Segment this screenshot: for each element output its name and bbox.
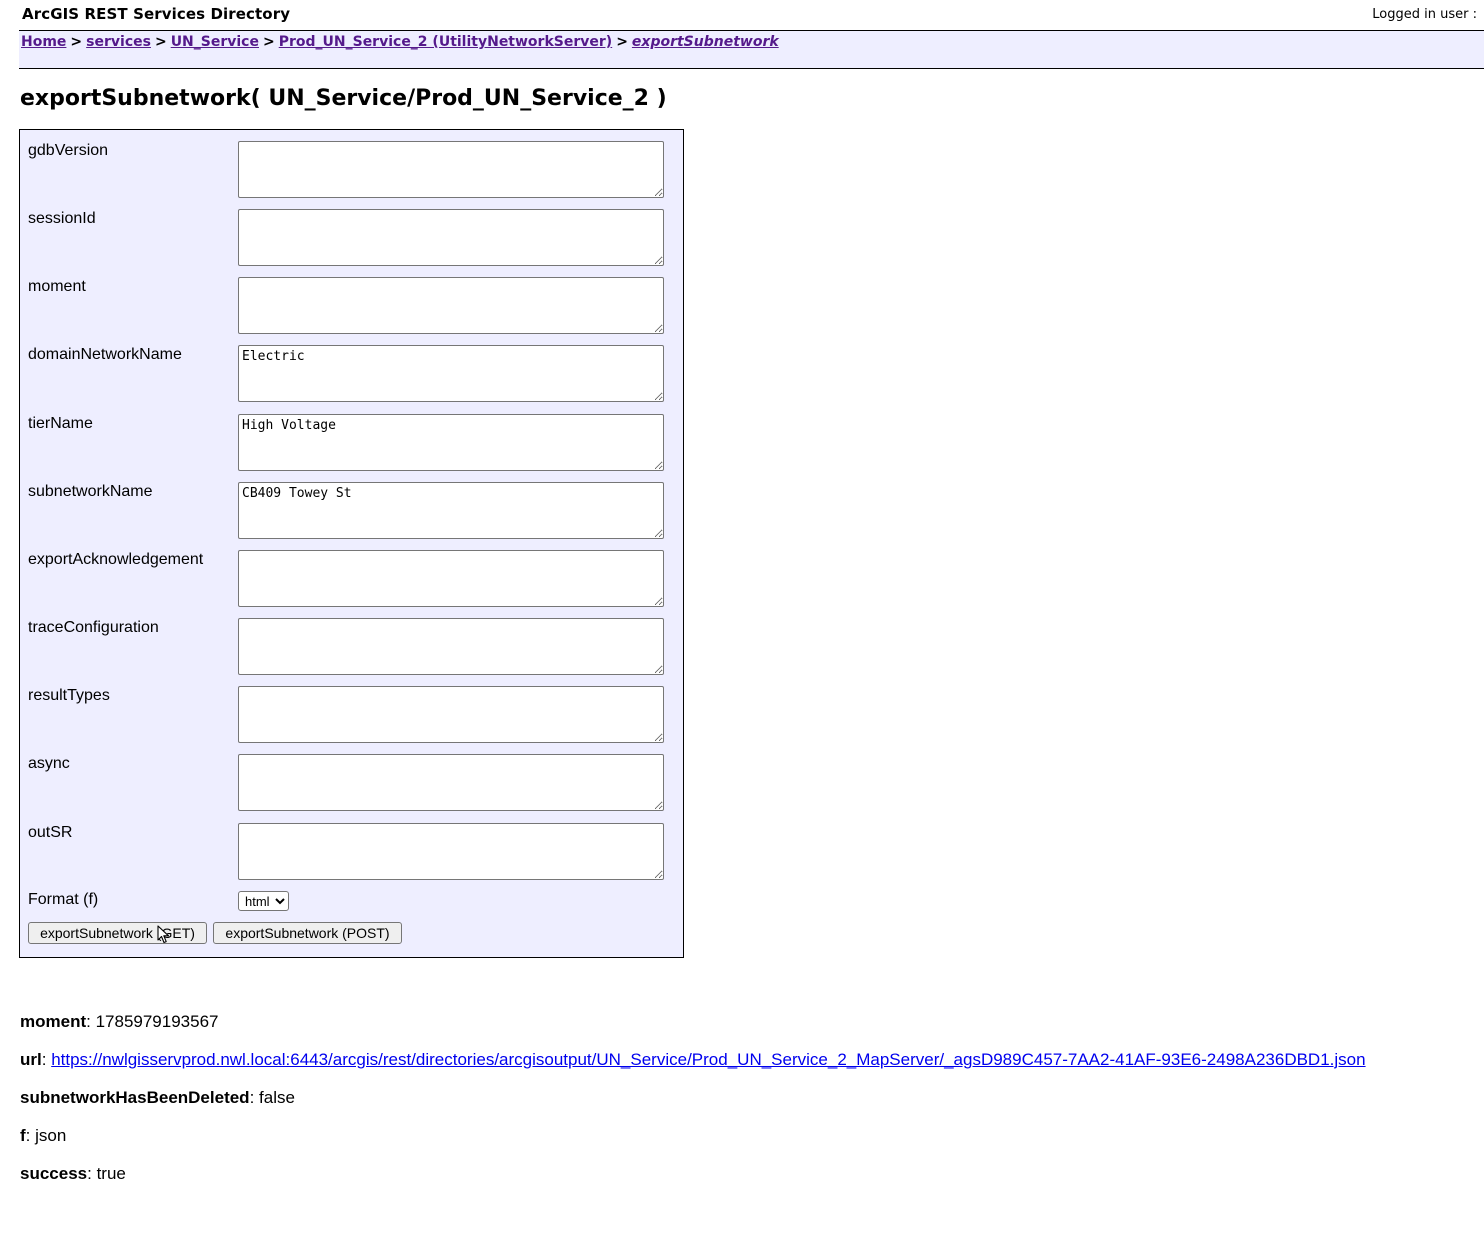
breadcrumb-separator: > [70,34,83,50]
breadcrumb-services-link[interactable]: services [86,34,151,50]
resulttypes-input[interactable] [238,686,664,743]
traceconfiguration-input[interactable] [238,618,664,675]
form-row-async: async [20,743,683,811]
outsr-input[interactable] [238,823,664,880]
export-get-button[interactable]: exportSubnetwork (GET) [28,922,207,944]
async-label: async [28,755,70,772]
breadcrumb-separator: > [154,34,167,50]
result-deleted-value: false [259,1088,295,1107]
outsr-label: outSR [28,824,73,841]
moment-label: moment [28,278,86,295]
result-success: success: true [20,1164,126,1183]
breadcrumb-bar: Home > services > UN_Service > Prod_UN_Service… [19,30,1484,69]
header-bar: ArcGIS REST Services Directory Logged in… [0,0,1484,30]
result-success-key: success [20,1164,88,1183]
form-row-resulttypes: resultTypes [20,675,683,743]
resulttypes-label: resultTypes [28,687,110,704]
subnetworkname-label: subnetworkName [28,483,153,500]
result-url-link[interactable]: https://nwlgisservprod.nwl.local:6443/ar… [51,1050,1365,1069]
format-select[interactable]: html [238,891,289,911]
form-row-tiername: tierName High Voltage [20,403,683,471]
form-row-gdbversion: gdbVersion [20,130,683,198]
exportacknowledgement-label: exportAcknowledgement [28,551,204,568]
app-title: ArcGIS REST Services Directory [22,5,291,23]
result-f-value: json [35,1126,67,1145]
page-title: exportSubnetwork( UN_Service/Prod_UN_Ser… [20,86,667,111]
result-moment: moment: 1785979193567 [20,1012,219,1031]
gdbversion-label: gdbVersion [28,142,109,159]
breadcrumb-separator: > [616,34,628,50]
export-post-button[interactable]: exportSubnetwork (POST) [213,922,402,944]
login-status: Logged in user : [1372,7,1477,22]
form-row-subnetworkname: subnetworkName CB409 Towey St [20,471,683,539]
traceconfiguration-label: traceConfiguration [28,619,159,636]
form-row-traceconfiguration: traceConfiguration [20,607,683,675]
breadcrumb-un-service-link[interactable]: UN_Service [171,34,259,50]
domainnetworkname-input[interactable]: Electric [238,345,664,402]
moment-input[interactable] [238,277,664,334]
format-label: Format (f) [28,891,99,908]
sessionid-label: sessionId [28,210,96,227]
exportacknowledgement-input[interactable] [238,550,664,607]
operation-form: gdbVersion sessionId moment domainNetwor… [19,129,684,958]
result-url: url: https://nwlgisservprod.nwl.local:64… [20,1050,1366,1069]
result-success-value: true [96,1164,126,1183]
form-row-domainnetworkname: domainNetworkName Electric [20,334,683,402]
async-input[interactable] [238,754,664,811]
form-row-outsr: outSR [20,812,683,880]
result-deleted-key: subnetworkHasBeenDeleted [20,1088,250,1107]
result-moment-value: 1785979193567 [95,1012,219,1031]
gdbversion-input[interactable] [238,141,664,198]
breadcrumb-current-link[interactable]: exportSubnetwork [632,34,779,50]
result-moment-key: moment [20,1012,87,1031]
result-f-key: f [20,1126,26,1145]
mouse-cursor-icon [157,925,170,944]
tiername-label: tierName [28,415,93,432]
form-row-moment: moment [20,266,683,334]
breadcrumb: Home > services > UN_Service > Prod_UN_Service… [21,34,779,50]
breadcrumb-home-link[interactable]: Home [21,34,66,50]
breadcrumb-separator: > [262,34,275,50]
sessionid-input[interactable] [238,209,664,266]
subnetworkname-input[interactable]: CB409 Towey St [238,482,664,539]
result-subnetwork-deleted: subnetworkHasBeenDeleted: false [20,1088,295,1107]
result-url-key: url [20,1050,42,1069]
form-row-sessionid: sessionId [20,198,683,266]
tiername-input[interactable]: High Voltage [238,414,664,471]
result-f: f: json [20,1126,67,1145]
breadcrumb-prod-service-link[interactable]: Prod_UN_Service_2 (UtilityNetworkServer) [279,34,612,50]
domainnetworkname-label: domainNetworkName [28,346,182,363]
form-row-exportacknowledgement: exportAcknowledgement [20,539,683,607]
